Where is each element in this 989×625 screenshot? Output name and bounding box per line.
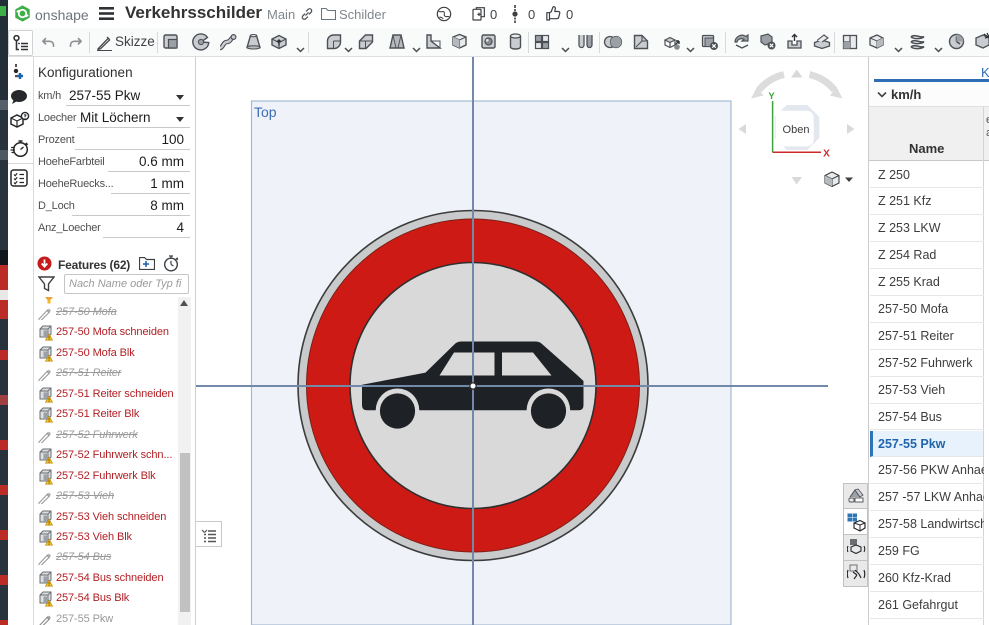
svg-text:Y: Y xyxy=(768,91,775,102)
svg-text:X: X xyxy=(823,149,830,160)
svg-text:Oben: Oben xyxy=(783,124,810,136)
svg-text:Top: Top xyxy=(254,104,277,120)
